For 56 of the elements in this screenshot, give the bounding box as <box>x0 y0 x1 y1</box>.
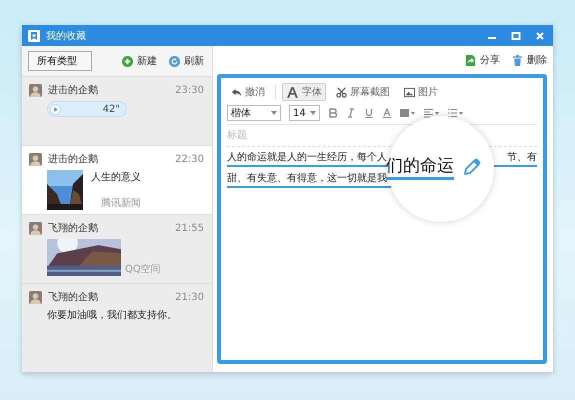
action-link[interactable]: 删除 <box>527 53 547 67</box>
voice-message[interactable]: 42" <box>47 101 127 117</box>
maximize-icon[interactable] <box>511 30 521 40</box>
refresh-icon <box>169 56 180 66</box>
toolbar-button[interactable]: 图片 <box>400 83 442 101</box>
scissors-icon <box>336 86 347 98</box>
note-text: 节、有 <box>507 150 537 164</box>
undo-icon <box>231 86 242 98</box>
source-label: QQ空间 <box>125 262 161 276</box>
font-select[interactable]: 楷体 <box>227 105 281 121</box>
item-time: 21:30 <box>175 292 204 302</box>
align-icon[interactable] <box>424 108 440 118</box>
sender-name: 飞翔的企鹅 <box>48 290 98 304</box>
avatar-icon <box>29 152 42 166</box>
avatar-icon <box>29 84 42 96</box>
pen-icon <box>462 157 482 177</box>
favorite-item[interactable]: 进击的企鹅 22:30 人生的意义 腾讯新闻 <box>22 146 212 215</box>
avatar-icon <box>29 290 42 304</box>
font-color-icon[interactable] <box>382 108 392 118</box>
magnified-text: 们的命运 <box>386 154 454 180</box>
toolbar-button[interactable]: 撤消 <box>227 83 269 101</box>
bookmark-icon <box>28 30 40 42</box>
action-link[interactable]: 分享 <box>480 53 500 67</box>
action-link[interactable]: 新建 <box>137 54 157 68</box>
window-title: 我的收藏 <box>46 30 86 42</box>
sender-name: 进击的企鹅 <box>48 152 98 166</box>
close-icon[interactable] <box>535 30 545 40</box>
toolbar-button[interactable]: 屏幕截图 <box>332 83 394 101</box>
size-select[interactable]: 14 <box>289 105 320 121</box>
item-time: 23:30 <box>175 84 204 96</box>
note-text: 人的命运就是人的一生经历，每个人 <box>227 150 387 163</box>
message-text: 你要加油哦，我们都支持你。 <box>47 308 178 322</box>
list-icon[interactable] <box>448 108 464 118</box>
source-label: 腾讯新闻 <box>101 196 141 210</box>
sender-name: 进击的企鹅 <box>48 84 98 97</box>
action-link[interactable]: 刷新 <box>184 54 204 68</box>
item-time: 21:55 <box>175 222 204 234</box>
toolbar-button[interactable]: 字体 <box>282 83 326 101</box>
underline-icon[interactable] <box>364 108 374 118</box>
type-filter-button[interactable]: 所有类型 <box>28 51 92 71</box>
font-icon <box>286 86 299 98</box>
share-icon <box>465 54 476 66</box>
news-title: 人生的意义 <box>91 170 141 184</box>
play-icon <box>50 104 61 114</box>
highlight-icon[interactable] <box>400 108 416 118</box>
sender-name: 飞翔的企鹅 <box>48 222 98 235</box>
item-time: 22:30 <box>175 154 204 164</box>
note-text: 甜、有失意、有得意，这一切就是我 <box>227 172 387 185</box>
caret-icon <box>271 111 277 115</box>
bold-icon[interactable] <box>328 108 338 118</box>
italic-icon[interactable] <box>346 108 356 118</box>
plus-icon <box>122 56 133 66</box>
image-icon <box>404 86 415 98</box>
avatar-icon <box>29 222 42 234</box>
trash-icon <box>512 54 523 66</box>
caret-icon <box>310 111 316 115</box>
